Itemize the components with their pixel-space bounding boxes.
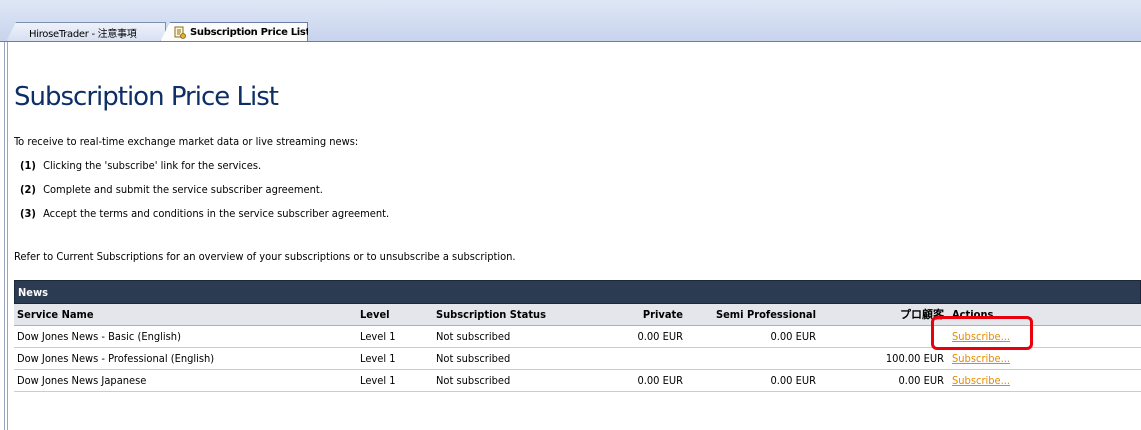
step-2: (2) Complete and submit the service subs…	[20, 183, 323, 196]
subscription-status: Not subscribed	[436, 330, 511, 343]
service-name: Dow Jones News - Basic (English)	[17, 330, 181, 343]
page-content: Subscription Price List To receive to re…	[14, 42, 1141, 430]
page-title: Subscription Price List	[14, 82, 279, 112]
col-header-private: Private	[642, 308, 683, 321]
price-pro-customer: 100.00 EUR	[885, 352, 944, 365]
refer-text: Refer to Current Subscriptions for an ov…	[14, 250, 516, 263]
subscribe-link[interactable]: Subscribe...	[952, 326, 1010, 347]
page-frame-border	[4, 42, 8, 430]
tab-strip: HiroseTrader - 注意事項 Subscription Price L…	[0, 0, 1141, 42]
col-header-level: Level	[360, 308, 390, 321]
step-number: (1)	[20, 159, 36, 172]
col-header-status: Subscription Status	[436, 308, 546, 321]
section-header-news: News	[14, 280, 1141, 304]
step-number: (2)	[20, 183, 36, 196]
intro-text: To receive to real-time exchange market …	[14, 135, 359, 148]
table-row: Dow Jones News - Professional (English) …	[14, 348, 1141, 370]
table-header-row: Service Name Level Subscription Status P…	[14, 304, 1141, 326]
col-header-semi-professional: Semi Professional	[715, 308, 816, 321]
subscription-icon	[173, 26, 186, 39]
price-semi-professional: 0.00 EUR	[770, 374, 816, 387]
service-name: Dow Jones News Japanese	[17, 374, 147, 387]
price-pro-customer: 0.00 EUR	[898, 374, 944, 387]
price-semi-professional: 0.00 EUR	[770, 330, 816, 343]
tab-label: Subscription Price List	[190, 27, 311, 38]
table-row: Dow Jones News - Basic (English) Level 1…	[14, 326, 1141, 348]
table-row: Dow Jones News Japanese Level 1 Not subs…	[14, 370, 1141, 392]
service-level: Level 1	[360, 374, 396, 387]
service-name: Dow Jones News - Professional (English)	[17, 352, 215, 365]
step-text: Complete and submit the service subscrib…	[43, 183, 323, 196]
step-text: Clicking the 'subscribe' link for the se…	[43, 159, 262, 172]
col-header-service-name: Service Name	[17, 308, 94, 321]
service-level: Level 1	[360, 330, 396, 343]
price-private: 0.00 EUR	[637, 330, 683, 343]
col-header-pro-customer: プロ顧客	[900, 308, 944, 321]
step-text: Accept the terms and conditions in the s…	[43, 207, 390, 220]
subscribe-link[interactable]: Subscribe...	[952, 370, 1010, 391]
subscription-status: Not subscribed	[436, 352, 511, 365]
tab-hirose-trader-notice[interactable]: HiroseTrader - 注意事項	[6, 22, 166, 42]
tab-label: HiroseTrader - 注意事項	[29, 29, 137, 40]
subscribe-link[interactable]: Subscribe...	[952, 348, 1010, 369]
news-price-table: News Service Name Level Subscription Sta…	[14, 280, 1141, 392]
col-header-actions: Actions	[952, 308, 994, 321]
step-1: (1) Clicking the 'subscribe' link for th…	[20, 159, 261, 172]
tab-subscription-price-list[interactable]: Subscription Price List	[160, 22, 308, 42]
service-level: Level 1	[360, 352, 396, 365]
subscription-status: Not subscribed	[436, 374, 511, 387]
step-number: (3)	[20, 207, 36, 220]
price-private: 0.00 EUR	[637, 374, 683, 387]
step-3: (3) Accept the terms and conditions in t…	[20, 207, 389, 220]
